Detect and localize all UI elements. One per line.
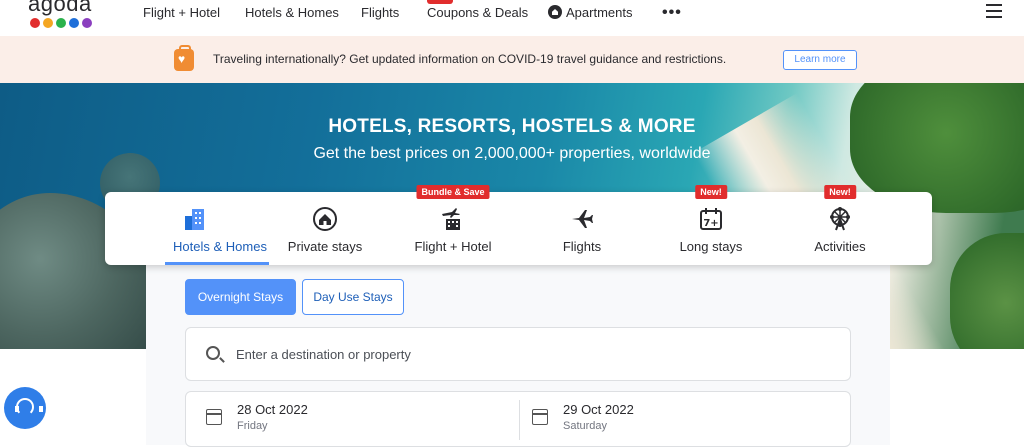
tab-hotels-homes[interactable]: Hotels & Homes [130,192,269,265]
bundle-save-badge: Bundle & Save [416,185,490,199]
logo-dot [56,18,66,28]
nav-apartments-label: Apartments [566,5,633,20]
tab-label: Private stays [287,239,363,254]
home-icon [313,207,337,231]
tab-label: Long stays [679,239,743,254]
travel-suitcase-icon [174,45,194,71]
more-menu-icon[interactable]: ••• [662,4,682,22]
nav-apartments[interactable]: Apartments [548,5,632,20]
destination-input[interactable] [236,343,816,365]
hamburger-icon[interactable] [986,4,1002,18]
nav-flights[interactable]: Flights [361,5,399,20]
check-in-date[interactable]: 28 Oct 2022 Friday [186,392,519,448]
nav-coupons-deals[interactable]: Coupons & Deals [427,5,528,20]
destination-search-box[interactable] [185,327,851,381]
check-out-day: Saturday [563,420,608,432]
hotel-building-icon [185,209,204,230]
check-in-day: Friday [237,420,268,432]
new-badge: New! [695,185,727,199]
coupon-flag-badge [427,0,453,4]
calendar-7-icon: 7+ [700,208,722,230]
tab-flight-hotel[interactable]: Bundle & Save Flight + Hotel [388,185,518,265]
tab-label: Flights [562,239,602,254]
logo-dot [30,18,40,28]
check-out-date[interactable]: 29 Oct 2022 Saturday [512,392,845,448]
logo-dot [82,18,92,28]
tab-label: Activities [814,239,866,254]
customer-support-headset-icon[interactable] [4,387,46,429]
covid-banner: Traveling internationally? Get updated i… [0,36,1024,83]
tab-flights[interactable]: Flights [517,192,647,265]
overnight-stays-button[interactable]: Overnight Stays [185,279,296,315]
tab-long-stays[interactable]: New! 7+ Long stays [646,185,776,265]
logo-text: agoda [28,0,92,16]
calendar-icon [532,409,548,425]
agoda-logo[interactable]: agoda [28,0,98,31]
check-in-date-value: 28 Oct 2022 [237,402,308,417]
logo-dots [30,18,92,28]
logo-dot [69,18,79,28]
flight-hotel-icon [442,208,460,230]
top-navigation: agoda Flight + Hotel Hotels & Homes Flig… [0,0,1024,36]
apartment-icon [548,5,562,19]
svg-text:7+: 7+ [703,218,718,229]
hero-subtitle: Get the best prices on 2,000,000+ proper… [313,145,711,162]
check-out-date-value: 29 Oct 2022 [563,402,634,417]
learn-more-button[interactable]: Learn more [783,50,857,70]
search-icon [206,346,220,360]
tab-activities[interactable]: New! Activities [775,185,905,265]
tab-private-stays[interactable]: Private stays [260,192,390,265]
product-tabs: Hotels & Homes Private stays Bundle & Sa… [105,185,932,265]
search-panel: Overnight Stays Day Use Stays 28 Oct 202… [146,265,890,448]
nav-flight-hotel[interactable]: Flight + Hotel [143,5,220,20]
airplane-icon [572,210,593,228]
new-badge: New! [824,185,856,199]
nav-hotels-homes[interactable]: Hotels & Homes [245,5,339,20]
day-use-stays-button[interactable]: Day Use Stays [302,279,404,315]
tab-label: Flight + Hotel [414,239,492,254]
hero-title: HOTELS, RESORTS, HOSTELS & MORE [328,116,696,137]
banner-text: Traveling internationally? Get updated i… [213,52,727,66]
ferris-wheel-icon [830,207,850,231]
logo-dot [43,18,53,28]
hero-background-jungle [950,233,1024,349]
calendar-icon [206,409,222,425]
